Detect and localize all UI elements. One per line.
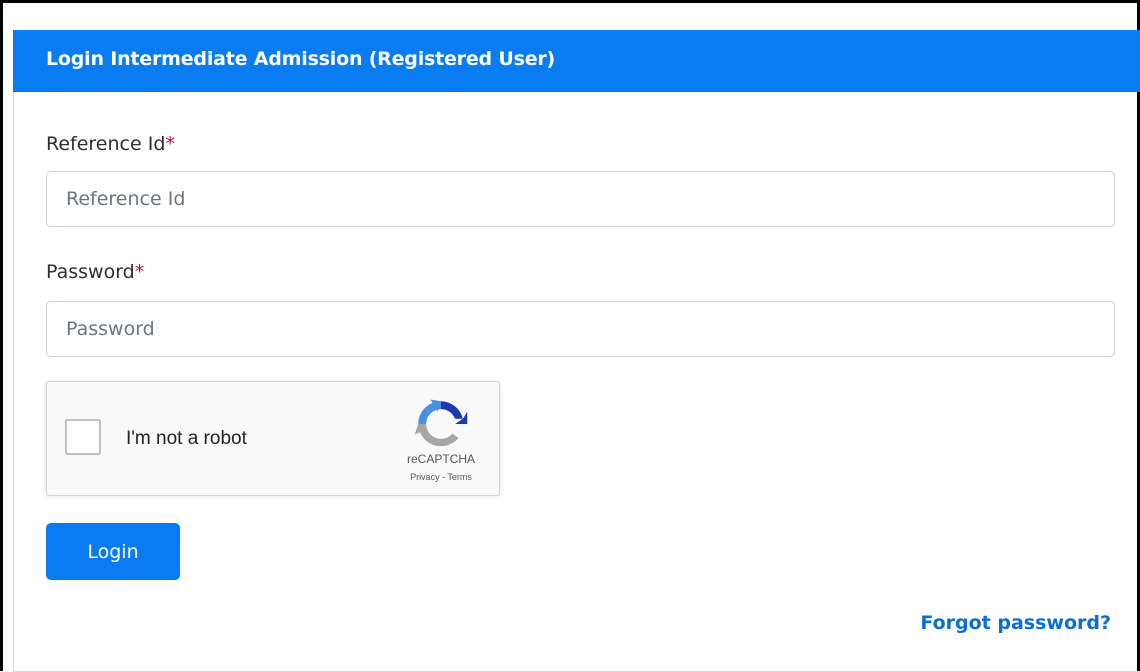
card-title: Login Intermediate Admission (Registered… bbox=[46, 48, 556, 70]
password-input[interactable] bbox=[46, 301, 1115, 357]
recaptcha-logo-icon bbox=[414, 399, 468, 447]
recaptcha-checkbox[interactable] bbox=[65, 419, 101, 455]
recaptcha-links: Privacy - Terms bbox=[389, 472, 493, 482]
recaptcha-terms-link[interactable]: Terms bbox=[447, 472, 472, 482]
password-label-text: Password bbox=[46, 261, 135, 283]
recaptcha-label: I'm not a robot bbox=[126, 428, 247, 449]
reference-id-label-text: Reference Id bbox=[46, 133, 166, 155]
forgot-password-link[interactable]: Forgot password? bbox=[920, 612, 1111, 634]
page-frame: Login Intermediate Admission (Registered… bbox=[0, 0, 1140, 672]
recaptcha-brand: reCAPTCHA bbox=[406, 452, 475, 466]
required-marker: * bbox=[134, 261, 145, 283]
required-marker: * bbox=[165, 133, 175, 155]
reference-id-input[interactable] bbox=[46, 171, 1115, 227]
recaptcha-widget: I'm not a robot reCAPTCHA Privacy - Term… bbox=[46, 381, 500, 496]
reference-id-label: Reference Id* bbox=[46, 133, 175, 155]
login-button[interactable]: Login bbox=[46, 523, 180, 580]
card-header: Login Intermediate Admission (Registered… bbox=[13, 30, 1140, 92]
recaptcha-privacy-link[interactable]: Privacy bbox=[410, 472, 440, 482]
password-label: Password* bbox=[46, 261, 144, 283]
